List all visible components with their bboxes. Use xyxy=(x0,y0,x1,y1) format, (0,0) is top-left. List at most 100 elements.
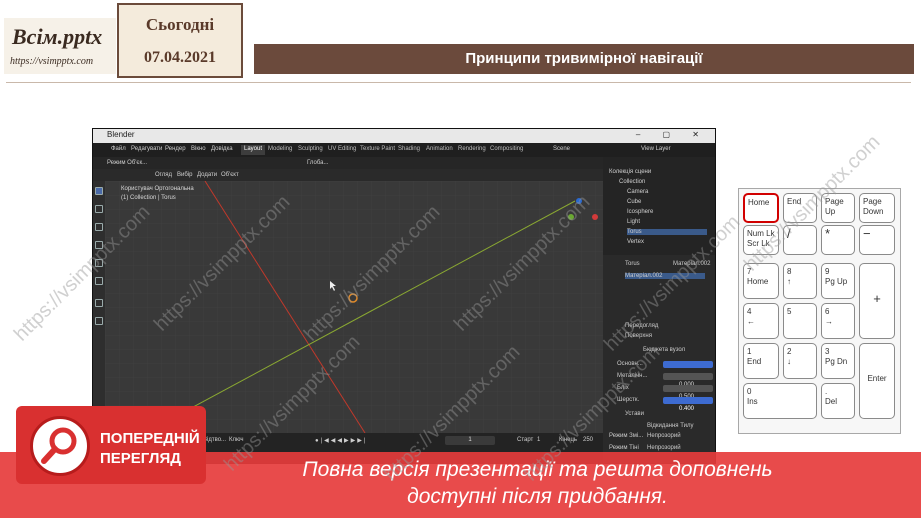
preview-label-2: ПЕРЕГЛЯД xyxy=(100,450,181,467)
window-controls[interactable]: – ▢ ✕ xyxy=(636,130,709,139)
menu-render[interactable]: Рендер xyxy=(165,146,186,152)
3d-viewport[interactable]: Користувач Ортогональна (1) Collection |… xyxy=(105,181,603,433)
outliner-panel: Колекція сцени Collection Camera Cube Ic… xyxy=(603,157,715,255)
mode-selector[interactable]: Режим Об'єк... xyxy=(107,160,147,166)
outliner-item[interactable]: Camera xyxy=(627,189,648,195)
key-enter: Enter xyxy=(859,343,895,419)
key-num-lock: Num Lk Scr Lk xyxy=(743,225,779,255)
tab-shading[interactable]: Shading xyxy=(395,145,423,155)
shadow-mode-label: Режим Тіні xyxy=(609,445,639,451)
magnifier-icon xyxy=(41,427,77,464)
menu-window[interactable]: Вікно xyxy=(191,146,206,152)
tab-animation[interactable]: Animation xyxy=(423,145,456,155)
menu-add[interactable]: Додати xyxy=(197,172,217,178)
transform-tool-icon[interactable] xyxy=(95,277,103,285)
prop-label: Металічн... xyxy=(617,373,648,379)
shadow-mode-select[interactable]: Непрозорий xyxy=(647,445,681,451)
key-minus: − xyxy=(859,225,895,255)
banner-line-2: доступні після придбання. xyxy=(407,485,668,508)
properties-object-name: Torus xyxy=(625,261,640,267)
key-page-down: Page Down xyxy=(859,193,895,223)
tab-compositing[interactable]: Compositing xyxy=(487,145,526,155)
tab-uv-editing[interactable]: UV Editing xyxy=(325,145,359,155)
specular-field[interactable]: 0.500 xyxy=(663,385,713,400)
measure-tool-icon[interactable] xyxy=(95,317,103,325)
properties-panel: Torus Матеріал.002 Матеріал.002 Передогл… xyxy=(603,255,715,463)
surface-section[interactable]: Поверхня xyxy=(625,333,652,339)
preview-section[interactable]: Передогляд xyxy=(625,323,658,329)
outliner-item[interactable]: Cube xyxy=(627,199,641,205)
select-tool-icon[interactable] xyxy=(95,187,103,195)
menu-edit[interactable]: Редагувати xyxy=(131,146,162,152)
tab-modeling[interactable]: Modeling xyxy=(265,145,295,155)
current-frame-field[interactable]: 1 xyxy=(445,436,495,445)
outliner-item[interactable]: Vertex xyxy=(627,239,644,245)
tab-layout[interactable]: Layout xyxy=(241,145,266,155)
tab-texture-paint[interactable]: Texture Paint xyxy=(357,145,398,155)
key-plus: + xyxy=(859,263,895,339)
key-end: End xyxy=(783,193,817,223)
rotate-tool-icon[interactable] xyxy=(95,241,103,249)
tool-shelf xyxy=(93,181,105,433)
numeric-keypad: Home End Page Up Page Down Num Lk Scr Lk / … xyxy=(738,188,901,434)
menu-select[interactable]: Вибір xyxy=(177,172,192,178)
menu-object[interactable]: Об'єкт xyxy=(221,172,239,178)
start-frame-value[interactable]: 1 xyxy=(537,437,540,443)
roughness-field[interactable]: 0.400 xyxy=(663,397,713,412)
tab-rendering[interactable]: Rendering xyxy=(455,145,489,155)
playback-menu[interactable]: Відтво... xyxy=(203,437,226,443)
shader-selector[interactable]: Бюджета вузол xyxy=(643,347,685,353)
settings-section[interactable]: Устави xyxy=(625,411,644,417)
purchase-banner: Повна версія презентації та решта доповн… xyxy=(204,452,921,518)
scale-tool-icon[interactable] xyxy=(95,259,103,267)
cursor-tool-icon[interactable] xyxy=(95,205,103,213)
key-9: 9 Pg Up xyxy=(821,263,855,299)
material-slot[interactable]: Матеріал.002 xyxy=(625,273,705,279)
slide-title: Принципи тривимірної навігації xyxy=(465,50,703,67)
outliner-item[interactable]: Collection xyxy=(619,179,645,185)
backface-culling-checkbox[interactable]: Відкидання Тилу xyxy=(647,423,693,429)
gizmo-z xyxy=(576,198,582,204)
outliner-scene-collection[interactable]: Колекція сцени xyxy=(609,169,651,175)
slide-title-bar: Принципи тривимірної навігації xyxy=(254,44,914,74)
viewport-menu: Огляд Вибір Додати Об'єкт xyxy=(93,169,603,181)
date-box: Сьогодні 07.04.2021 xyxy=(117,3,243,78)
blend-mode-label: Режим Змі... xyxy=(609,433,644,439)
outliner-item[interactable]: Icosphere xyxy=(627,209,653,215)
end-frame-value[interactable]: 250 xyxy=(583,437,593,443)
gizmo-y xyxy=(568,214,574,220)
properties-material-name: Матеріал.002 xyxy=(673,261,711,267)
scene-selector[interactable]: Scene xyxy=(553,146,570,152)
start-frame-label: Старт xyxy=(517,437,534,443)
move-tool-icon[interactable] xyxy=(95,223,103,231)
tab-sculpting[interactable]: Sculpting xyxy=(295,145,326,155)
base-color-field[interactable] xyxy=(663,361,713,368)
blender-window-title: Blender xyxy=(107,130,135,139)
playback-controls[interactable]: ●|◀◀◀▶▶▶| xyxy=(315,437,367,444)
blender-titlebar: Blender – ▢ ✕ xyxy=(93,129,715,143)
header-divider xyxy=(6,82,911,83)
view-layer-selector[interactable]: View Layer xyxy=(641,146,671,152)
key-divide: / xyxy=(783,225,817,255)
key-4: 4 ← xyxy=(743,303,779,339)
prop-label: Бліх xyxy=(617,385,629,391)
menu-help[interactable]: Довідка xyxy=(211,146,233,152)
end-frame-label: Кінець xyxy=(559,437,578,443)
viewport-header: Режим Об'єк... Глоба... xyxy=(93,157,603,169)
menu-file[interactable]: Файл xyxy=(111,146,126,152)
metallic-field[interactable]: 0.000 xyxy=(663,373,713,388)
gizmo-x xyxy=(592,214,598,220)
menu-view[interactable]: Огляд xyxy=(155,172,172,178)
keying-menu[interactable]: Ключ xyxy=(229,437,244,443)
outliner-item-selected[interactable]: Torus xyxy=(627,229,707,235)
preview-circle xyxy=(30,416,90,476)
preview-badge: ПОПЕРЕДНІЙ ПЕРЕГЛЯД xyxy=(16,406,206,484)
outliner-item[interactable]: Light xyxy=(627,219,640,225)
key-multiply: * xyxy=(821,225,855,255)
preview-label-1: ПОПЕРЕДНІЙ xyxy=(100,430,200,447)
blend-mode-select[interactable]: Непрозорий xyxy=(647,433,681,439)
annotate-tool-icon[interactable] xyxy=(95,299,103,307)
transform-orientation[interactable]: Глоба... xyxy=(307,160,328,166)
day-label: Сьогодні xyxy=(145,15,215,34)
key-decimal: . Del xyxy=(821,383,855,419)
